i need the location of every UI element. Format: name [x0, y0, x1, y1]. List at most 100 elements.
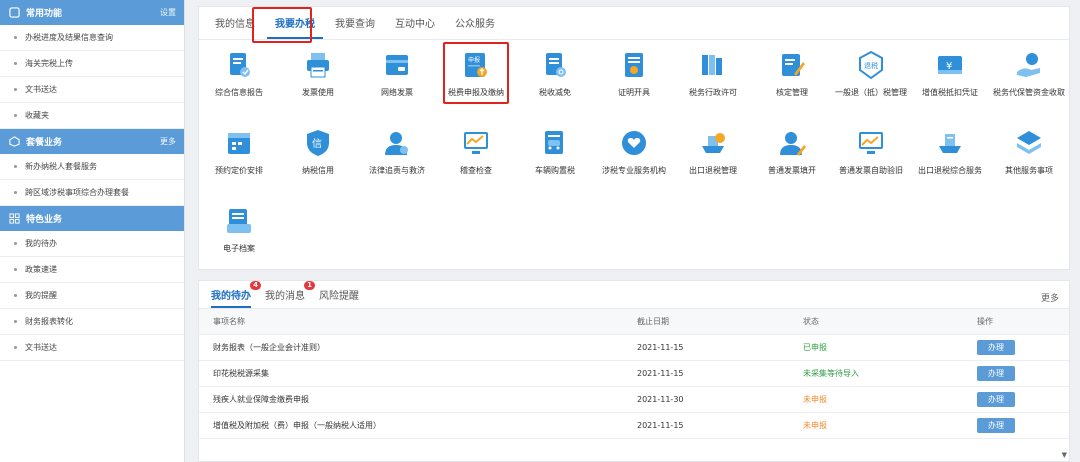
task-tab-label: 风险提醒	[319, 291, 359, 302]
sidebar-item-label: 海关完税上传	[25, 59, 73, 68]
service-invoice[interactable]: 网络发票	[357, 50, 437, 98]
sidebar-section-0[interactable]: 常用功能 设置	[0, 0, 184, 25]
service-label: 纳税信用	[302, 166, 334, 175]
sidebar-item[interactable]: 政策速递	[0, 257, 184, 283]
bullet-dot-icon	[14, 242, 17, 245]
sidebar-item[interactable]: 跨区域涉税事项综合办理套餐	[0, 180, 184, 206]
handle-button[interactable]: 办理	[977, 366, 1015, 381]
service-label: 电子档案	[223, 244, 255, 253]
service-user-pen[interactable]: 普通发票填开	[752, 128, 832, 176]
sidebar-item[interactable]: 收藏夹	[0, 103, 184, 129]
apps-icon	[8, 213, 20, 225]
sidebar-item-label: 收藏夹	[25, 111, 49, 120]
service-label: 税务行政许可	[689, 88, 737, 97]
task-deadline: 2021-11-15	[637, 421, 684, 430]
service-monitor-trend[interactable]: 普通发票自助验旧	[831, 128, 911, 176]
service-report[interactable]: 综合信息报告	[199, 50, 279, 98]
task-tab-label: 我的待办	[211, 291, 251, 302]
credit-shield-icon: 信	[303, 128, 333, 158]
service-monitor-chart[interactable]: 稽查检查	[436, 128, 516, 176]
tab-4[interactable]: 公众服务	[447, 15, 503, 39]
table-row: 增值税及附加税（费）申报（一般纳税人适用） 2021-11-15 未申报 办理	[199, 413, 1069, 439]
sidebar-item[interactable]: 文书送达	[0, 335, 184, 361]
sidebar-item[interactable]: 我的待办	[0, 231, 184, 257]
sidebar-item[interactable]: 文书送达	[0, 77, 184, 103]
service-ship[interactable]: 出口退税管理	[673, 128, 753, 176]
sidebar-item[interactable]: 财务报表转化	[0, 309, 184, 335]
service-certificate[interactable]: 证明开具	[594, 50, 674, 98]
service-archive[interactable]: 电子档案	[199, 206, 279, 254]
table-row: 财务报表（一般企业会计准则） 2021-11-15 已申报 办理	[199, 335, 1069, 361]
task-action-cell: 办理	[977, 340, 1069, 355]
printer-icon	[303, 50, 333, 80]
more-link[interactable]: 更多	[1041, 291, 1059, 304]
task-status: 未采集等待导入	[803, 369, 859, 378]
tax-relief-icon	[540, 50, 570, 80]
sidebar-item[interactable]: 海关完税上传	[0, 51, 184, 77]
service-layers[interactable]: 其他服务事项	[989, 128, 1069, 176]
handle-button[interactable]: 办理	[977, 418, 1015, 433]
sidebar-item[interactable]: 新办纳税人套餐服务	[0, 154, 184, 180]
user-law-icon	[382, 128, 412, 158]
service-tax-relief[interactable]: 税收减免	[515, 50, 595, 98]
service-yen-ticket[interactable]: ¥ 增值税抵扣凭证	[910, 50, 990, 98]
task-tab-1[interactable]: 我的消息 1	[265, 281, 315, 308]
column-header: 操作	[977, 317, 993, 326]
service-money-hand[interactable]: 税务代保管资金收取	[989, 50, 1069, 98]
sidebar-item-label: 我的提醒	[25, 291, 57, 300]
tab-3[interactable]: 互动中心	[387, 15, 443, 39]
task-status: 已申报	[803, 343, 827, 352]
car-doc-icon	[540, 128, 570, 158]
service-label: 网络发票	[381, 88, 413, 97]
service-refund[interactable]: 退税 一般退（抵）税管理	[831, 50, 911, 98]
sidebar-item[interactable]: 办税进度及结果信息查询	[0, 25, 184, 51]
tab-highlight-box	[252, 7, 312, 43]
layers-icon	[1014, 128, 1044, 158]
bullet-dot-icon	[14, 114, 17, 117]
service-heart-hand[interactable]: 涉税专业服务机构	[594, 128, 674, 176]
service-label: 证明开具	[618, 88, 650, 97]
notification-badge: 1	[304, 281, 315, 290]
service-edit-doc[interactable]: 核定管理	[752, 50, 832, 98]
service-label: 发票使用	[302, 88, 334, 97]
task-deadline: 2021-11-15	[637, 343, 684, 352]
sidebar-item-label: 文书送达	[25, 85, 57, 94]
service-label: 税收减免	[539, 88, 571, 97]
service-folders[interactable]: 税务行政许可	[673, 50, 753, 98]
tasks-panel: 我的待办 4 我的消息 1 风险提醒 更多 事项名称 截止日期 状态 操作 财务报表（一般企业会计…	[198, 280, 1070, 462]
service-ship-doc[interactable]: 出口退税综合服务	[910, 128, 990, 176]
service-user-law[interactable]: 法律追责与救济	[357, 128, 437, 176]
task-tab-0[interactable]: 我的待办 4	[211, 281, 261, 308]
sidebar-section-more-link[interactable]: 更多	[160, 136, 176, 147]
service-label: 税务代保管资金收取	[993, 88, 1065, 97]
sidebar-section-more-link[interactable]: 设置	[160, 7, 176, 18]
table-header-row: 事项名称 截止日期 状态 操作	[199, 309, 1069, 335]
service-calendar[interactable]: 预约定价安排	[199, 128, 279, 176]
task-name: 残疾人就业保障金缴费申报	[213, 395, 309, 404]
task-tab-2[interactable]: 风险提醒	[319, 287, 359, 308]
report-icon	[224, 50, 254, 80]
service-car-doc[interactable]: 车辆购置税	[515, 128, 595, 176]
sidebar-item[interactable]: 我的提醒	[0, 283, 184, 309]
monitor-chart-icon	[461, 128, 491, 158]
task-tabs: 我的待办 4 我的消息 1 风险提醒 更多	[199, 281, 1069, 309]
archive-icon	[224, 206, 254, 236]
scroll-down-arrow-icon[interactable]: ▼	[1062, 451, 1067, 459]
task-status: 未申报	[803, 395, 827, 404]
service-highlight-box	[443, 42, 509, 104]
task-name: 增值税及附加税（费）申报（一般纳税人适用）	[213, 421, 381, 430]
table-row: 印花税税源采集 2021-11-15 未采集等待导入 办理	[199, 361, 1069, 387]
service-printer[interactable]: 发票使用	[278, 50, 358, 98]
service-credit-shield[interactable]: 信纳税信用	[278, 128, 358, 176]
sidebar-item-label: 财务报表转化	[25, 317, 73, 326]
sidebar-section-2[interactable]: 特色业务	[0, 206, 184, 231]
svg-text:退税: 退税	[864, 61, 878, 70]
handle-button[interactable]: 办理	[977, 392, 1015, 407]
tab-2[interactable]: 我要查询	[327, 15, 383, 39]
sidebar-section-1[interactable]: 套餐业务 更多	[0, 129, 184, 154]
bullet-dot-icon	[14, 346, 17, 349]
package-icon	[8, 136, 20, 148]
bullet-dot-icon	[14, 320, 17, 323]
handle-button[interactable]: 办理	[977, 340, 1015, 355]
column-header: 截止日期	[637, 317, 669, 326]
